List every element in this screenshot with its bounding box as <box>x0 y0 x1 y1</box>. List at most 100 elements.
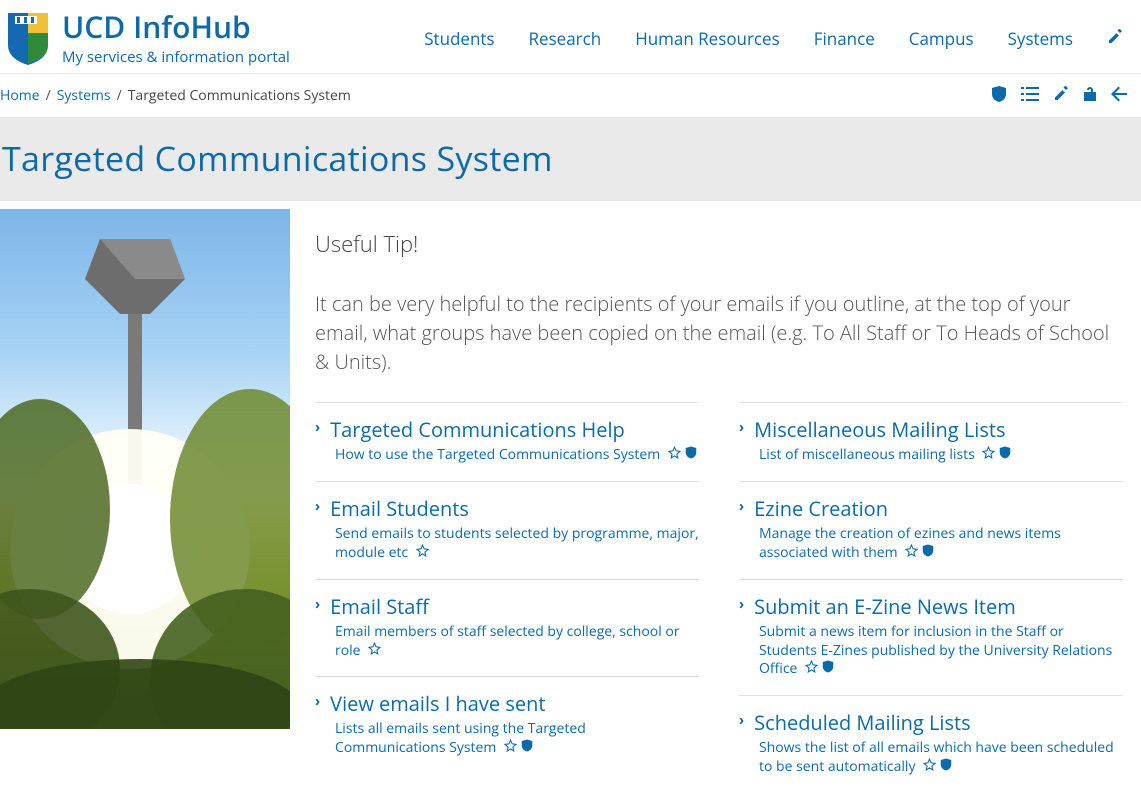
star-icon[interactable] <box>905 544 918 562</box>
menu-item-head: › Ezine Creation <box>739 496 1123 521</box>
logo-block: UCD InfoHub My services & information po… <box>6 10 290 67</box>
edit-icon[interactable] <box>1053 84 1069 107</box>
star-icon[interactable] <box>805 660 818 678</box>
page-action-icons <box>991 84 1137 107</box>
chevron-right-icon: › <box>739 496 744 518</box>
header: UCD InfoHub My services & information po… <box>0 0 1141 74</box>
menu-item-trailing-icons <box>982 446 1011 464</box>
page-title: Targeted Communications System <box>2 135 1139 181</box>
menu-item-title[interactable]: View emails I have sent <box>330 691 545 716</box>
shield-icon[interactable] <box>922 544 934 562</box>
breadcrumb-home[interactable]: Home <box>0 86 40 105</box>
star-icon[interactable] <box>504 739 517 757</box>
chevron-right-icon: › <box>739 710 744 732</box>
site-tagline: My services & information portal <box>62 47 290 67</box>
breadcrumb-current: Targeted Communications System <box>128 86 351 105</box>
ucd-crest-icon <box>6 11 50 67</box>
star-icon[interactable] <box>982 446 995 464</box>
shield-icon[interactable] <box>685 446 697 464</box>
nav-campus[interactable]: Campus <box>909 27 974 50</box>
nav-research[interactable]: Research <box>529 27 602 50</box>
chevron-right-icon: › <box>739 417 744 439</box>
menu-item-desc: Email members of staff selected by colle… <box>315 623 699 661</box>
page-title-band: Targeted Communications System <box>0 117 1141 201</box>
menu-item-desc-text: Lists all emails sent using the Targeted… <box>335 719 586 757</box>
star-icon[interactable] <box>923 758 936 776</box>
shield-icon[interactable] <box>521 739 533 757</box>
menu-item-trailing-icons <box>504 739 533 757</box>
shield-icon[interactable] <box>991 84 1007 107</box>
menu-item-trailing-icons <box>905 544 934 562</box>
menu-item-head: › Email Students <box>315 496 699 521</box>
tip-label: Useful Tip! <box>315 229 1123 259</box>
menu-item-head: › Submit an E-Zine News Item <box>739 594 1123 619</box>
list-icon[interactable] <box>1021 84 1039 107</box>
menu-item-title[interactable]: Ezine Creation <box>754 496 888 521</box>
menu-item-desc-text: Email members of staff selected by colle… <box>335 622 680 660</box>
tip-body: It can be very helpful to the recipients… <box>315 289 1123 376</box>
items-left-column: › Targeted Communications Help How to use … <box>315 402 699 793</box>
menu-item-title[interactable]: Targeted Communications Help <box>330 417 625 442</box>
menu-item: ›Scheduled Mailing ListsShows the list o… <box>739 695 1123 793</box>
star-icon[interactable] <box>368 642 381 660</box>
menu-item-title[interactable]: Scheduled Mailing Lists <box>754 710 971 735</box>
menu-item: › Targeted Communications Help How to use … <box>315 402 699 481</box>
menu-item-desc: Send emails to students selected by prog… <box>315 525 699 563</box>
main-nav: Students Research Human Resources Financ… <box>424 27 1141 50</box>
menu-item-trailing-icons <box>923 758 952 776</box>
chevron-right-icon: › <box>315 691 320 713</box>
chevron-right-icon: › <box>315 417 320 439</box>
chevron-right-icon: › <box>315 496 320 518</box>
menu-item-desc-text: How to use the Targeted Communications S… <box>335 445 664 464</box>
back-arrow-icon[interactable] <box>1111 84 1127 107</box>
menu-item-head: › Email Staff <box>315 594 699 619</box>
nav-finance[interactable]: Finance <box>814 27 875 50</box>
breadcrumb-row: Home / Systems / Targeted Communications… <box>0 74 1141 117</box>
shield-icon[interactable] <box>822 660 834 678</box>
site-title-block: UCD InfoHub My services & information po… <box>62 10 290 67</box>
menu-item: ›Ezine CreationManage the creation of ez… <box>739 481 1123 579</box>
menu-item-title[interactable]: Email Staff <box>330 594 429 619</box>
menu-item-desc: How to use the Targeted Communications S… <box>315 446 699 465</box>
menu-item-title[interactable]: Miscellaneous Mailing Lists <box>754 417 1005 442</box>
menu-item-trailing-icons <box>416 544 429 562</box>
menu-item-trailing-icons <box>668 446 697 464</box>
menu-item: › Miscellaneous Mailing Lists List of misc… <box>739 402 1123 481</box>
chevron-right-icon: › <box>739 594 744 616</box>
menu-item: › View emails I have sent Lists all emails… <box>315 676 699 774</box>
nav-systems[interactable]: Systems <box>1008 27 1073 50</box>
main-column: Useful Tip! It can be very helpful to th… <box>315 209 1141 793</box>
menu-item-desc-text: Send emails to students selected by prog… <box>335 524 699 562</box>
star-icon[interactable] <box>416 544 429 562</box>
shield-icon[interactable] <box>940 758 952 776</box>
menu-item-desc: List of miscellaneous mailing lists <box>739 446 1123 465</box>
menu-item: › Email Staff Email members of staff selec… <box>315 579 699 677</box>
menu-item: › Submit an E-Zine News Item Submit a news… <box>739 579 1123 696</box>
unlock-icon[interactable] <box>1083 84 1097 107</box>
nav-students[interactable]: Students <box>424 27 494 50</box>
menu-item-head: › Targeted Communications Help <box>315 417 699 442</box>
side-image <box>0 209 290 729</box>
menu-item-desc: Lists all emails sent using the Targeted… <box>315 720 699 758</box>
menu-item-head: › Miscellaneous Mailing Lists <box>739 417 1123 442</box>
items-columns: › Targeted Communications Help How to use … <box>315 402 1123 793</box>
menu-item-title[interactable]: Email Students <box>330 496 469 521</box>
menu-item-trailing-icons <box>805 660 834 678</box>
edit-nav-icon[interactable] <box>1107 28 1123 50</box>
chevron-right-icon: › <box>315 594 320 616</box>
menu-item-desc: Submit a news item for inclusion in the … <box>739 623 1123 680</box>
content: Useful Tip! It can be very helpful to th… <box>0 201 1141 793</box>
site-title[interactable]: UCD InfoHub <box>62 10 290 43</box>
menu-item: › Email Students Send emails to students s… <box>315 481 699 579</box>
breadcrumb-sep: / <box>117 86 122 105</box>
shield-icon[interactable] <box>999 446 1011 464</box>
menu-item-title[interactable]: Submit an E-Zine News Item <box>754 594 1016 619</box>
items-right-column: › Miscellaneous Mailing Lists List of misc… <box>739 402 1123 793</box>
breadcrumb: Home / Systems / Targeted Communications… <box>0 86 351 105</box>
menu-item-head: › Scheduled Mailing Lists <box>739 710 1123 735</box>
breadcrumb-sep: / <box>46 86 51 105</box>
star-icon[interactable] <box>668 446 681 464</box>
nav-human-resources[interactable]: Human Resources <box>635 27 780 50</box>
menu-item-trailing-icons <box>368 642 381 660</box>
breadcrumb-section[interactable]: Systems <box>57 86 111 105</box>
